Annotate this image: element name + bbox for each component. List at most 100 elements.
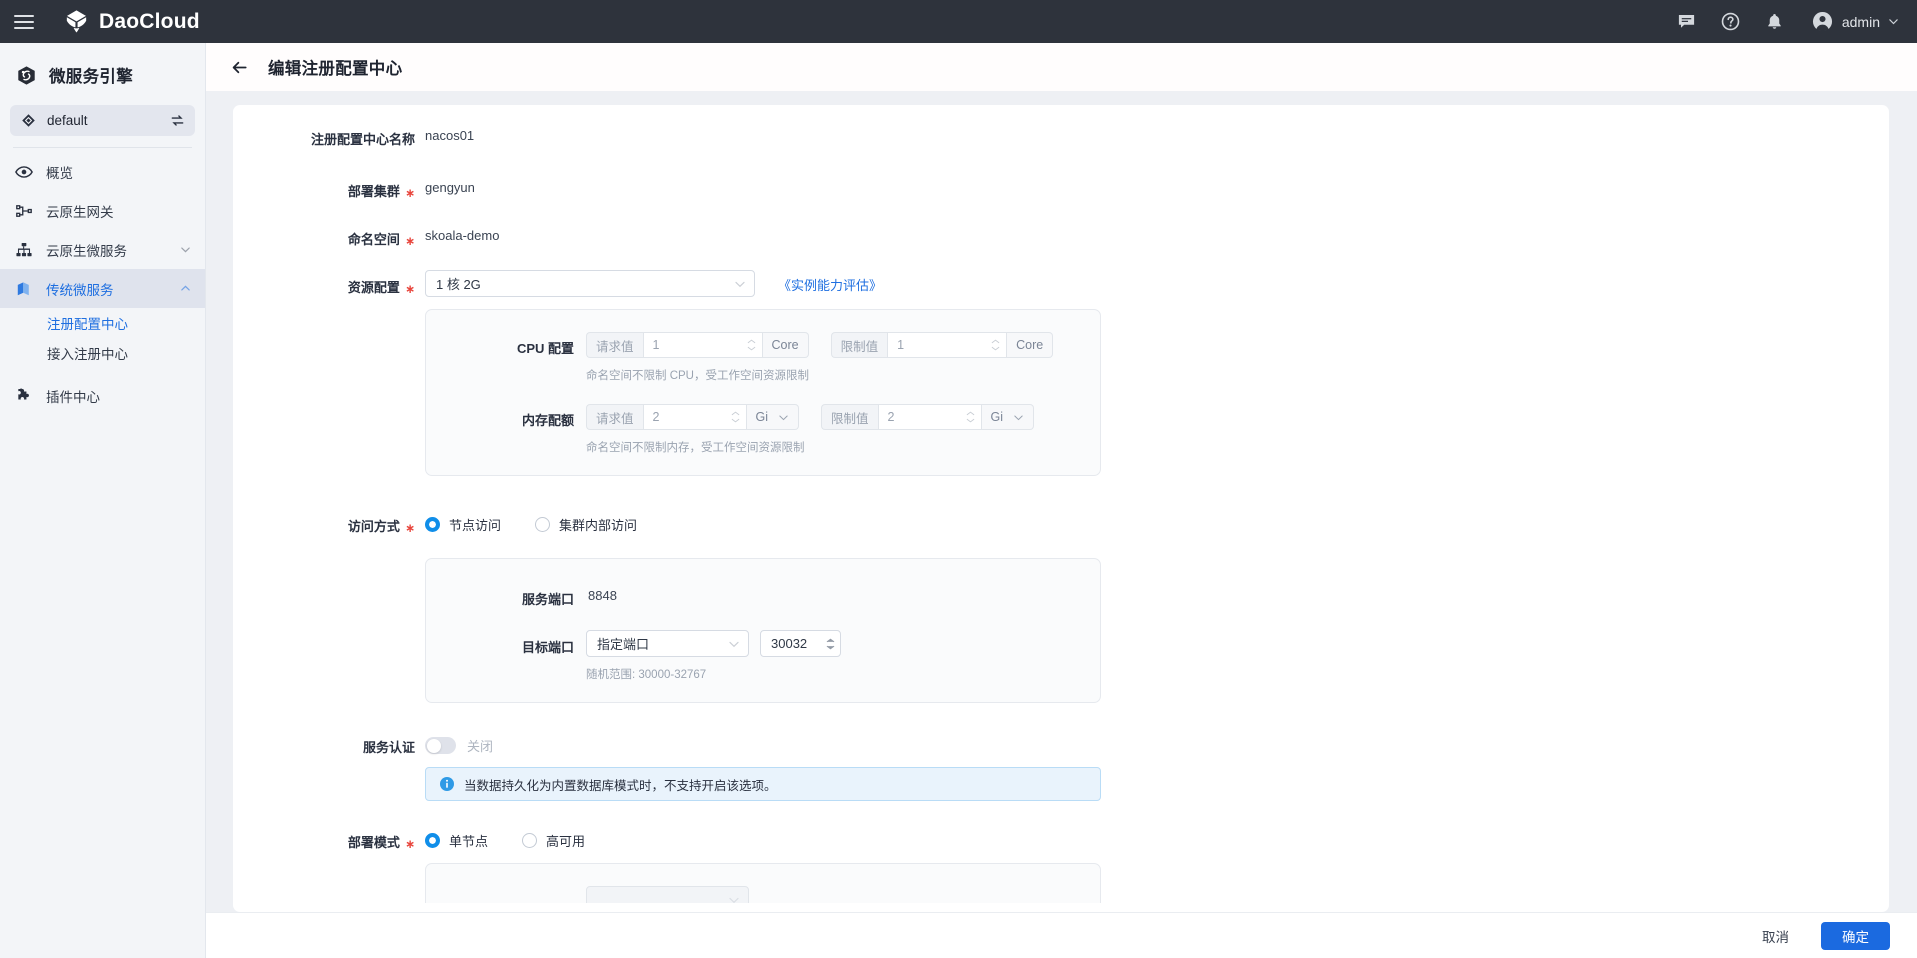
cpu-config-label: CPU 配置 bbox=[516, 341, 574, 356]
field-label: 访问方式 ∗ bbox=[233, 512, 415, 535]
user-menu[interactable]: admin bbox=[1812, 11, 1899, 33]
port-config-panel: 服务端口 8848 目标端口 指定端口 30032 随机范围: 30000-32… bbox=[425, 558, 1101, 703]
brand-logo-link[interactable]: DaoCloud bbox=[63, 8, 200, 35]
sidebar-subitem-registry-config-center[interactable]: 注册配置中心 bbox=[0, 308, 205, 338]
cancel-button[interactable]: 取消 bbox=[1752, 920, 1799, 952]
resource-spec-value: 1 核 2G bbox=[436, 277, 481, 292]
top-bar: DaoCloud admin bbox=[0, 0, 1917, 43]
form-row-deploy-mode: 部署模式 ∗ 单节点 高可用 bbox=[233, 828, 1889, 851]
help-icon[interactable] bbox=[1720, 11, 1742, 33]
service-auth-state-label: 关闭 bbox=[467, 739, 494, 754]
memory-hint-text: 命名空间不限制内存，受工作空间资源限制 bbox=[586, 442, 805, 454]
memory-quota-row: 内存配额 请求值 2 Gi 限制值 2 Gi 命名空间不限制内存，受工作空间资源… bbox=[426, 404, 1100, 455]
cpu-request-value: 1 bbox=[652, 338, 660, 352]
chevron-down-icon[interactable] bbox=[180, 244, 191, 255]
memory-limit-unit-select[interactable]: Gi bbox=[981, 404, 1035, 430]
memory-request-unit: Gi bbox=[755, 410, 769, 424]
radio-dot bbox=[425, 517, 440, 532]
sidebar-item-traditional-microservice[interactable]: 传统微服务 bbox=[0, 269, 205, 308]
avatar bbox=[1812, 11, 1834, 33]
cpu-limit-value: 1 bbox=[897, 338, 905, 352]
bell-icon[interactable] bbox=[1764, 11, 1786, 33]
form-scroll-area[interactable]: 注册配置中心名称 nacos01 部署集群 ∗ gengyun 命名空间 ∗ s… bbox=[206, 91, 1917, 912]
stepper-arrows-icon[interactable] bbox=[826, 638, 835, 650]
sidebar-subitem-label: 注册配置中心 bbox=[47, 317, 128, 332]
swap-icon[interactable] bbox=[170, 113, 185, 128]
radio-high-availability[interactable]: 高可用 bbox=[522, 831, 585, 850]
cpu-config-row: CPU 配置 请求值 1 Core 限制值 1 Core 命名空间不限制 CPU… bbox=[426, 332, 1100, 383]
radio-node-access[interactable]: 节点访问 bbox=[425, 515, 501, 534]
form-row-name: 注册配置中心名称 nacos01 bbox=[233, 123, 1889, 148]
sidebar-item-label: 云原生网关 bbox=[46, 204, 114, 220]
memory-limit-input[interactable]: 2 bbox=[877, 404, 982, 430]
target-port-mode-select[interactable]: 指定端口 bbox=[586, 630, 749, 657]
stepper-arrows-icon[interactable] bbox=[991, 339, 1000, 351]
sidebar-subitem-join-registry-center[interactable]: 接入注册中心 bbox=[0, 338, 205, 368]
form-action-bar: 取消 确定 bbox=[206, 912, 1917, 958]
memory-quota-label: 内存配额 bbox=[521, 413, 574, 428]
form-card: 注册配置中心名称 nacos01 部署集群 ∗ gengyun 命名空间 ∗ s… bbox=[233, 105, 1889, 912]
memory-request-value: 2 bbox=[652, 410, 660, 424]
required-asterisk: ∗ bbox=[404, 521, 415, 535]
hamburger-icon[interactable] bbox=[14, 11, 36, 33]
cut-off-row-select[interactable] bbox=[586, 886, 749, 903]
access-method-radio-group: 节点访问 集群内部访问 bbox=[425, 512, 637, 534]
chevron-down-icon bbox=[734, 278, 746, 290]
radio-single-node[interactable]: 单节点 bbox=[425, 831, 488, 850]
cpu-config-body: 请求值 1 Core 限制值 1 Core 命名空间不限制 CPU，受工作空间资… bbox=[574, 332, 1054, 383]
field-label: 部署集群 ∗ bbox=[233, 175, 415, 200]
field-value-name: nacos01 bbox=[425, 128, 475, 143]
confirm-button[interactable]: 确定 bbox=[1821, 921, 1890, 950]
memory-request-tag: 请求值 bbox=[586, 404, 643, 430]
required-asterisk: ∗ bbox=[404, 837, 415, 851]
radio-dot bbox=[522, 833, 538, 848]
deploy-mode-radio-group: 单节点 高可用 bbox=[425, 828, 585, 850]
sidebar-item-overview[interactable]: 概览 bbox=[0, 152, 205, 191]
product-title-label: 微服务引擎 bbox=[49, 68, 133, 86]
main-content: 编辑注册配置中心 注册配置中心名称 nacos01 部署集群 ∗ gengyun… bbox=[206, 43, 1917, 958]
info-icon bbox=[440, 777, 454, 791]
workspace-icon bbox=[21, 113, 36, 128]
form-row-access-method: 访问方式 ∗ 节点访问 集群内部访问 bbox=[233, 512, 1889, 535]
instance-capability-eval-link[interactable]: 《实例能力评估》 bbox=[778, 270, 882, 294]
resource-spec-select[interactable]: 1 核 2G bbox=[425, 270, 755, 297]
memory-limit-tag: 限制值 bbox=[821, 404, 878, 430]
cpu-limit-input[interactable]: 1 bbox=[887, 332, 1008, 358]
cpu-limit-tag: 限制值 bbox=[830, 332, 888, 358]
puzzle-icon bbox=[14, 386, 33, 405]
message-icon[interactable] bbox=[1676, 11, 1698, 33]
sidebar-divider bbox=[13, 147, 192, 148]
resource-quota-panel: CPU 配置 请求值 1 Core 限制值 1 Core 命名空间不限制 CPU… bbox=[425, 309, 1101, 476]
stepper-arrows-icon[interactable] bbox=[966, 411, 975, 423]
target-port-number-input[interactable]: 30032 bbox=[760, 630, 841, 657]
field-label-text: 注册配置中心名称 bbox=[310, 132, 415, 147]
toggle-knob bbox=[427, 738, 441, 753]
memory-request-input[interactable]: 2 bbox=[642, 404, 747, 430]
sidebar-item-cloud-native-gateway[interactable]: 云原生网关 bbox=[0, 191, 205, 230]
chevron-down-icon bbox=[1013, 412, 1024, 423]
service-auth-toggle[interactable] bbox=[425, 737, 456, 754]
stepper-arrows-icon[interactable] bbox=[747, 339, 756, 351]
chevron-up-icon[interactable] bbox=[180, 283, 191, 294]
stepper-arrows-icon[interactable] bbox=[731, 411, 740, 423]
radio-cluster-internal-access[interactable]: 集群内部访问 bbox=[535, 515, 637, 534]
service-port-label: 服务端口 bbox=[521, 592, 574, 607]
topbar-actions: admin bbox=[1676, 11, 1899, 33]
cube-icon bbox=[14, 279, 33, 298]
form-row-service-auth: 服务认证 关闭 bbox=[233, 733, 1889, 756]
cpu-request-input[interactable]: 1 bbox=[642, 332, 763, 358]
arrow-left-icon[interactable] bbox=[230, 57, 250, 77]
workspace-selector[interactable]: default bbox=[10, 105, 195, 136]
field-label-text: 命名空间 bbox=[347, 232, 400, 247]
form-row-cluster: 部署集群 ∗ gengyun bbox=[233, 175, 1889, 200]
eye-icon bbox=[14, 162, 33, 181]
sidebar-item-cloud-native-microservice[interactable]: 云原生微服务 bbox=[0, 230, 205, 269]
chevron-down-icon[interactable] bbox=[1888, 16, 1899, 27]
sidebar-item-plugin-center[interactable]: 插件中心 bbox=[0, 376, 205, 415]
chevron-down-icon bbox=[778, 412, 789, 423]
memory-request-unit-select[interactable]: Gi bbox=[746, 404, 800, 430]
required-asterisk: ∗ bbox=[404, 234, 415, 248]
field-label: 服务认证 bbox=[233, 733, 415, 756]
chevron-down-icon bbox=[728, 894, 740, 904]
sidebar-item-label: 插件中心 bbox=[46, 389, 100, 405]
